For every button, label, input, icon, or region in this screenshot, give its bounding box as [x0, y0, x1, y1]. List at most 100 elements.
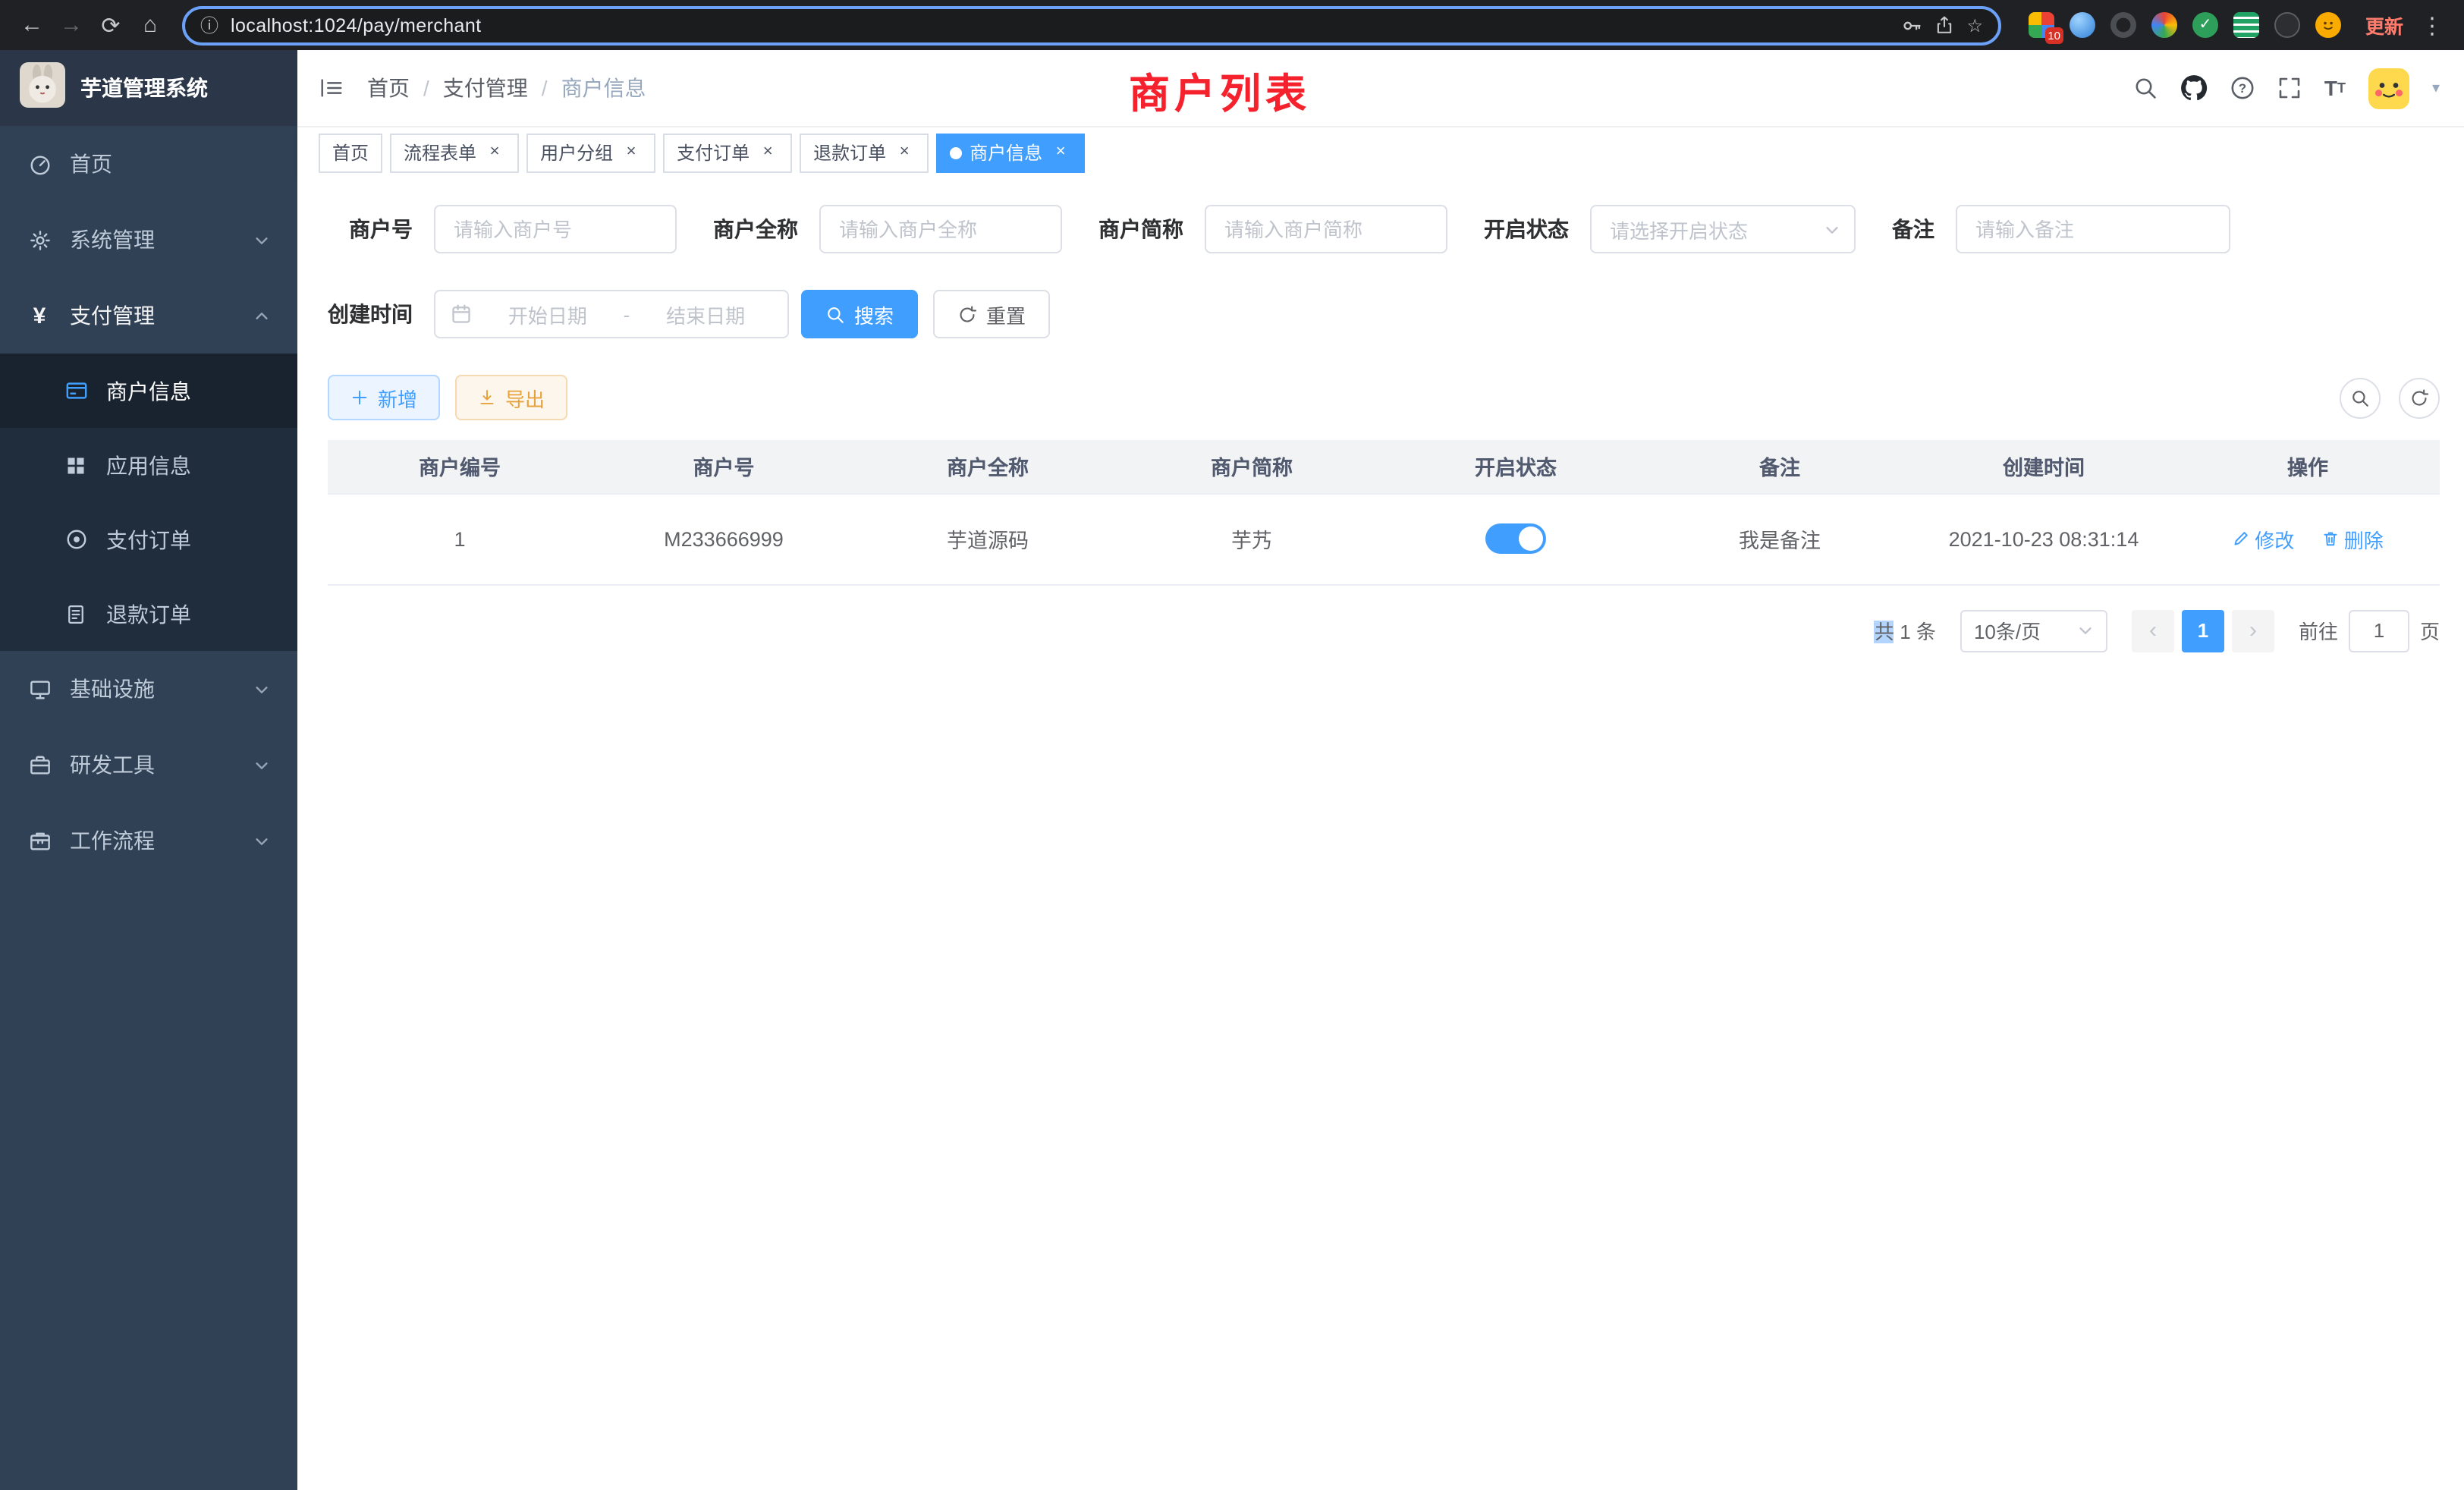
- share-icon[interactable]: [1934, 15, 1954, 35]
- dashboard-icon: [27, 152, 52, 175]
- page-size-value: 10条/页: [1974, 616, 2041, 645]
- sidebar-item-infrastructure[interactable]: 基础设施: [0, 651, 297, 727]
- full-name-input[interactable]: [819, 205, 1062, 253]
- prev-page-button[interactable]: ‹: [2132, 609, 2174, 652]
- breadcrumb-payment[interactable]: 支付管理: [443, 73, 528, 103]
- sidebar-item-merchant-info[interactable]: 商户信息: [0, 354, 297, 428]
- browser-menu-icon[interactable]: ⋮: [2412, 5, 2452, 45]
- main-panel: 首页 / 支付管理 / 商户信息 商户列表 ?: [297, 50, 2464, 1490]
- extension-dark-icon[interactable]: [2110, 12, 2136, 38]
- sidebar-item-app-info[interactable]: 应用信息: [0, 428, 297, 502]
- tab-close-icon[interactable]: ×: [757, 142, 778, 163]
- col-merchant-id: 商户编号: [328, 440, 592, 493]
- tab-user-group[interactable]: 用户分组 ×: [526, 133, 655, 172]
- sidebar-item-dev-tools[interactable]: 研发工具: [0, 727, 297, 803]
- password-key-icon[interactable]: [1901, 14, 1922, 36]
- filter-label-remark: 备注: [1892, 214, 1934, 244]
- sidebar-item-payment[interactable]: ¥ 支付管理: [0, 278, 297, 354]
- tab-process-form[interactable]: 流程表单 ×: [390, 133, 519, 172]
- remark-input[interactable]: [1956, 205, 2230, 253]
- merchant-table: 商户编号 商户号 商户全称 商户简称 开启状态 备注 创建时间 操作 1: [328, 440, 2440, 585]
- cell-full-name: 芋道源码: [856, 493, 1120, 584]
- reset-button[interactable]: 重置: [933, 290, 1050, 338]
- extension-badge: 10: [2044, 27, 2063, 44]
- delete-link[interactable]: 删除: [2321, 524, 2384, 553]
- breadcrumb-home[interactable]: 首页: [367, 73, 410, 103]
- app-logo[interactable]: 芋道管理系统: [0, 50, 297, 126]
- font-size-icon[interactable]: TT: [2324, 76, 2346, 100]
- filter-label-merchant-no: 商户号: [328, 214, 413, 244]
- edit-link[interactable]: 修改: [2232, 524, 2294, 553]
- cell-actions: 修改 删除: [2176, 493, 2440, 584]
- sidebar-item-workflow[interactable]: 工作流程: [0, 803, 297, 879]
- extension-icons: 10 ✓: [2029, 12, 2341, 38]
- tab-label: 退款订单: [813, 140, 886, 165]
- breadcrumb-separator: /: [542, 76, 548, 100]
- sidebar-item-home[interactable]: 首页: [0, 126, 297, 202]
- extension-notes-icon[interactable]: [2233, 12, 2259, 38]
- tab-close-icon[interactable]: ×: [894, 142, 915, 163]
- tab-close-icon[interactable]: ×: [621, 142, 642, 163]
- search-icon[interactable]: [2133, 76, 2158, 100]
- user-avatar[interactable]: [2368, 68, 2409, 108]
- extension-drop-icon[interactable]: [2070, 12, 2095, 38]
- reload-icon[interactable]: ⟳: [91, 5, 130, 45]
- hamburger-icon[interactable]: [319, 76, 344, 100]
- tab-close-icon[interactable]: ×: [484, 142, 505, 163]
- page-size-select[interactable]: 10条/页: [1960, 609, 2107, 652]
- page-1-button[interactable]: 1: [2182, 609, 2224, 652]
- extension-knot-icon[interactable]: [2274, 12, 2300, 38]
- svg-text:?: ?: [2239, 81, 2246, 96]
- status-select-placeholder: 请选择开启状态: [1610, 215, 1748, 244]
- sidebar-item-pay-order[interactable]: 支付订单: [0, 502, 297, 577]
- add-button[interactable]: 新增: [328, 375, 440, 420]
- help-icon[interactable]: ?: [2230, 76, 2255, 100]
- sidebar-item-system[interactable]: 系统管理: [0, 202, 297, 278]
- tab-pay-order[interactable]: 支付订单 ×: [663, 133, 792, 172]
- search-form-row-2: 创建时间 开始日期 - 结束日期 搜索: [328, 290, 2440, 338]
- extension-color-icon[interactable]: [2151, 12, 2177, 38]
- extension-face-icon[interactable]: [2315, 12, 2341, 38]
- browser-update-button[interactable]: 更新: [2365, 11, 2403, 39]
- breadcrumb-separator: /: [423, 76, 429, 100]
- refresh-icon[interactable]: [2399, 377, 2440, 418]
- delete-link-label: 删除: [2344, 524, 2384, 553]
- tab-merchant-info[interactable]: 商户信息 ×: [936, 133, 1085, 172]
- avatar-caret-icon[interactable]: ▾: [2432, 80, 2440, 96]
- add-button-label: 新增: [378, 383, 417, 412]
- url-bar[interactable]: ⓘ localhost:1024/pay/merchant ☆: [182, 5, 2001, 45]
- tab-label: 用户分组: [540, 140, 613, 165]
- merchant-no-input[interactable]: [434, 205, 677, 253]
- goto-page-input[interactable]: [2349, 609, 2409, 652]
- back-icon[interactable]: ←: [12, 5, 52, 45]
- forward-icon[interactable]: →: [52, 5, 91, 45]
- toggle-search-icon[interactable]: [2340, 377, 2381, 418]
- tab-refund-order[interactable]: 退款订单 ×: [800, 133, 929, 172]
- home-icon[interactable]: ⌂: [130, 5, 170, 45]
- next-page-button[interactable]: ›: [2232, 609, 2274, 652]
- status-select[interactable]: 请选择开启状态: [1590, 205, 1856, 253]
- pagination-total: 共 1 条: [1875, 616, 1936, 645]
- github-icon[interactable]: [2180, 74, 2208, 102]
- fullscreen-icon[interactable]: [2277, 76, 2302, 100]
- reset-button-label: 重置: [986, 300, 1026, 328]
- short-name-input[interactable]: [1205, 205, 1447, 253]
- export-button[interactable]: 导出: [455, 375, 567, 420]
- extension-puzzle-icon[interactable]: 10: [2029, 12, 2054, 38]
- search-button[interactable]: 搜索: [801, 290, 918, 338]
- tab-home[interactable]: 首页: [319, 133, 382, 172]
- tab-close-icon[interactable]: ×: [1050, 142, 1071, 163]
- cell-create-time: 2021-10-23 08:31:14: [1912, 493, 2176, 584]
- extension-check-icon[interactable]: ✓: [2192, 12, 2218, 38]
- site-info-icon[interactable]: ⓘ: [200, 12, 218, 38]
- sidebar-item-label: 应用信息: [106, 450, 191, 480]
- search-form-row-1: 商户号 商户全称 商户简称 开启状态 请选择开启状态: [328, 205, 2440, 253]
- col-full-name: 商户全称: [856, 440, 1120, 493]
- sidebar-item-label: 退款订单: [106, 599, 191, 629]
- col-actions: 操作: [2176, 440, 2440, 493]
- sidebar-item-refund-order[interactable]: 退款订单: [0, 577, 297, 651]
- start-date-placeholder: 开始日期: [481, 300, 614, 328]
- bookmark-star-icon[interactable]: ☆: [1966, 14, 1983, 36]
- date-range-picker[interactable]: 开始日期 - 结束日期: [434, 290, 789, 338]
- status-toggle[interactable]: [1485, 523, 1546, 554]
